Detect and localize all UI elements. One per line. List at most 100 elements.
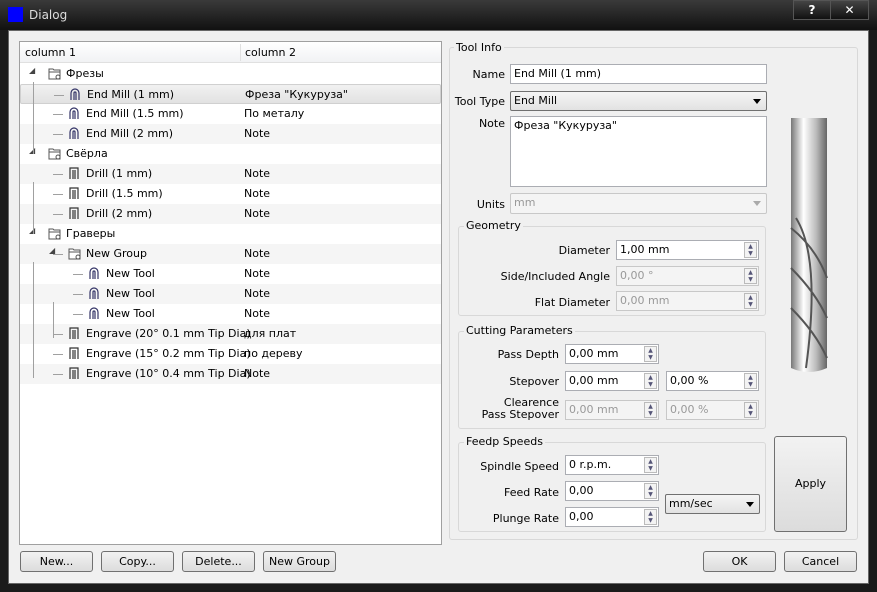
stepover-mm-spinbox[interactable]: 0,00 mm ▲ ▼ <box>565 371 659 391</box>
tree-row[interactable]: New Tool Note <box>20 304 441 324</box>
tree-row[interactable]: ◢ New Group Note <box>20 244 441 264</box>
spindle-speed-spinbox[interactable]: 0 r.p.m. ▲ ▼ <box>565 455 659 475</box>
tool-name: New Tool <box>106 287 155 300</box>
tree-row[interactable]: New Tool Note <box>20 264 441 284</box>
feed-rate-label: Feed Rate <box>504 486 559 499</box>
plunge-rate-spinbox[interactable]: 0,00 ▲ ▼ <box>565 507 659 527</box>
copy-button[interactable]: Copy... <box>101 551 174 572</box>
tree-row[interactable]: ◢Свёрла <box>20 144 441 164</box>
tree-branch-line <box>53 302 54 338</box>
tool-note: для плат <box>244 327 297 340</box>
tool-name: New Tool <box>106 307 155 320</box>
spin-arrows-icon: ▲ ▼ <box>744 293 757 309</box>
spin-arrows-icon[interactable]: ▲ ▼ <box>744 242 757 258</box>
end-mill-image <box>790 118 828 372</box>
tree-row[interactable]: Engrave (15° 0.2 mm Tip Dia) по дереву <box>20 344 441 364</box>
tree-row[interactable]: Drill (1.5 mm) Note <box>20 184 441 204</box>
tree-row[interactable]: ◢ Фрезы <box>20 64 441 84</box>
expand-arrow-icon[interactable]: ◢ <box>29 66 35 75</box>
tool-name: Граверы <box>66 227 116 240</box>
stepover-mm-value: 0,00 mm <box>569 374 619 387</box>
tool-type-select[interactable]: End Mill <box>510 91 767 111</box>
name-input[interactable]: End Mill (1 mm) <box>510 64 767 84</box>
flat-diameter-label: Flat Diameter <box>534 296 610 309</box>
tree-row[interactable]: Drill (2 mm) Note <box>20 204 441 224</box>
tree-row[interactable]: End Mill (1 mm) Фреза "Кукуруза" <box>20 84 441 104</box>
chevron-down-icon <box>753 201 761 206</box>
column-header-1[interactable]: column 1 <box>25 46 76 59</box>
column-header-2[interactable]: column 2 <box>245 46 296 59</box>
close-button[interactable]: ✕ <box>830 0 869 20</box>
tree-branch-line <box>33 262 34 378</box>
new-group-button[interactable]: New Group <box>263 551 336 572</box>
end-mill-icon <box>88 267 100 280</box>
speeds-title: Feedp Speeds <box>464 435 545 448</box>
spin-arrows-icon[interactable]: ▲ ▼ <box>644 457 657 473</box>
tree-row[interactable]: Engrave (10° 0.4 mm Tip Dia) Note <box>20 364 441 384</box>
feed-rate-value: 0,00 <box>569 484 594 497</box>
tree-row[interactable]: ◢Граверы <box>20 224 441 244</box>
delete-button[interactable]: Delete... <box>182 551 255 572</box>
spin-arrows-icon[interactable]: ▲ ▼ <box>744 373 757 389</box>
tool-note: Note <box>244 127 271 140</box>
tree-row[interactable]: Drill (1 mm) Note <box>20 164 441 184</box>
spin-arrows-icon: ▲ ▼ <box>744 402 757 418</box>
clearance-mm-spinbox[interactable]: 0,00 mm ▲ ▼ <box>565 400 659 420</box>
stepover-pct-spinbox[interactable]: 0,00 % ▲ ▼ <box>666 371 759 391</box>
tree-branch-line <box>53 134 63 135</box>
flat-diameter-spinbox[interactable]: 0,00 mm ▲ ▼ <box>616 291 759 311</box>
spindle-speed-label: Spindle Speed <box>480 460 559 473</box>
tree-row[interactable]: Engrave (20° 0.1 mm Tip Dia) для плат <box>20 324 441 344</box>
tool-note: Note <box>244 367 271 380</box>
tree-row[interactable]: End Mill (2 mm) Note <box>20 124 441 144</box>
tool-tree[interactable]: column 1 column 2 ◢ Фрезы End Mill (1 mm) Ф… <box>19 41 442 545</box>
tool-type-label: Tool Type <box>454 95 505 108</box>
tool-name: End Mill (1.5 mm) <box>86 107 184 120</box>
cutting-title: Cutting Parameters <box>464 324 575 337</box>
folder-icon <box>48 67 61 80</box>
tree-row[interactable]: New Tool Note <box>20 284 441 304</box>
tool-note: Note <box>244 307 271 320</box>
note-textarea[interactable]: Фреза "Кукуруза" <box>510 116 767 187</box>
drill-icon <box>68 187 80 200</box>
spin-arrows-icon[interactable]: ▲ ▼ <box>644 373 657 389</box>
tool-note: Note <box>244 167 271 180</box>
diameter-value: 1,00 mm <box>620 243 670 256</box>
tree-row[interactable]: End Mill (1.5 mm) По металу <box>20 104 441 124</box>
drill-icon <box>68 207 80 220</box>
tool-name: End Mill (1 mm) <box>87 88 175 101</box>
tool-note: Note <box>244 207 271 220</box>
tree-branch-line <box>73 294 83 295</box>
pass-depth-value: 0,00 mm <box>569 347 619 360</box>
diameter-spinbox[interactable]: 1,00 mm ▲ ▼ <box>616 240 759 260</box>
apply-button[interactable]: Apply <box>774 436 847 532</box>
cancel-button[interactable]: Cancel <box>784 551 857 572</box>
spin-arrows-icon[interactable]: ▲ ▼ <box>644 509 657 525</box>
folder-icon <box>48 147 61 160</box>
tool-name: Фрезы <box>66 67 104 80</box>
pass-depth-label: Pass Depth <box>497 348 559 361</box>
spin-arrows-icon[interactable]: ▲ ▼ <box>644 346 657 362</box>
feed-rate-spinbox[interactable]: 0,00 ▲ ▼ <box>565 481 659 501</box>
help-button[interactable]: ? <box>793 0 831 20</box>
speed-unit-select[interactable]: mm/sec <box>665 494 760 514</box>
angle-spinbox[interactable]: 0,00 ° ▲ ▼ <box>616 266 759 286</box>
tool-note: Фреза "Кукуруза" <box>245 88 348 101</box>
ok-button[interactable]: OK <box>703 551 776 572</box>
tool-name: New Group <box>86 247 147 260</box>
title-bar: Dialog ? ✕ <box>0 0 877 30</box>
end-mill-icon <box>88 287 100 300</box>
flat-diameter-value: 0,00 mm <box>620 294 670 307</box>
end-mill-icon <box>68 107 80 120</box>
spin-arrows-icon[interactable]: ▲ ▼ <box>644 483 657 499</box>
units-select[interactable]: mm <box>510 193 767 214</box>
tool-note: по дереву <box>244 347 303 360</box>
tool-name: Engrave (20° 0.1 mm Tip Dia) <box>86 327 251 340</box>
tool-name: Drill (1.5 mm) <box>86 187 163 200</box>
new-button[interactable]: New... <box>20 551 93 572</box>
pass-depth-spinbox[interactable]: 0,00 mm ▲ ▼ <box>565 344 659 364</box>
clearance-mm-value: 0,00 mm <box>569 403 619 416</box>
tree-branch-line <box>53 374 63 375</box>
tree-branch-line <box>33 82 34 154</box>
clearance-pct-spinbox[interactable]: 0,00 % ▲ ▼ <box>666 400 759 420</box>
